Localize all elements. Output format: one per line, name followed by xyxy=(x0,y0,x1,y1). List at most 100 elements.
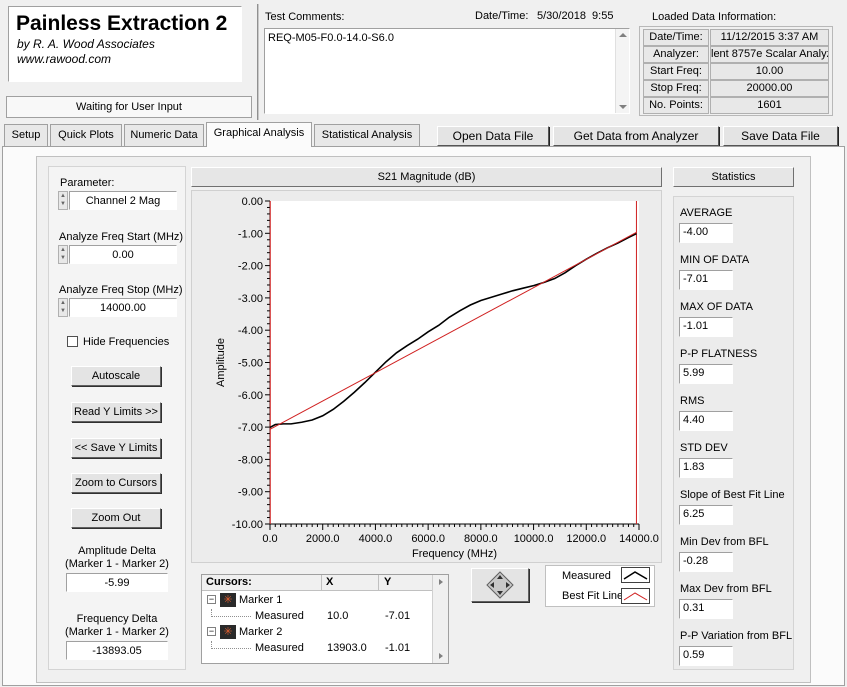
stat-min-value: -7.01 xyxy=(679,270,733,290)
stat-rms-label: RMS xyxy=(680,395,705,407)
x-tick-label: 10000.0 xyxy=(514,533,554,545)
hide-frequencies-checkbox[interactable] xyxy=(67,336,78,347)
cursors-header-x: X xyxy=(326,576,334,588)
x-tick-label: 8000.0 xyxy=(464,533,498,545)
comments-scrollbar[interactable] xyxy=(615,29,629,113)
marker-1-label: Marker 1 xyxy=(239,594,283,606)
cursor-move-control[interactable] xyxy=(471,568,529,602)
info-row-num-points: No. Points: 1601 xyxy=(643,97,829,114)
stat-average-label: AVERAGE xyxy=(680,207,733,219)
marker-2-y: -1.01 xyxy=(385,642,411,654)
collapse-icon[interactable]: − xyxy=(207,627,216,636)
parameter-label: Parameter: xyxy=(60,177,115,189)
tab-statistical-analysis[interactable]: Statistical Analysis xyxy=(314,124,420,146)
stat-pp-variation-label: P-P Variation from BFL xyxy=(680,630,793,642)
scroll-up-icon[interactable] xyxy=(619,33,627,37)
y-tick-label: 0.00 xyxy=(242,196,263,208)
info-key: Analyzer: xyxy=(643,46,709,63)
stat-min-dev-label: Min Dev from BFL xyxy=(680,536,769,548)
x-tick-label: 12000.0 xyxy=(566,533,606,545)
freq-stop-spinner[interactable]: ▲ ▼ xyxy=(58,298,68,317)
read-y-limits-button[interactable]: Read Y Limits >> xyxy=(71,402,161,422)
autoscale-button[interactable]: Autoscale xyxy=(71,366,161,386)
stat-max-label: MAX OF DATA xyxy=(680,301,753,313)
legend-bestfit-label: Best Fit Line xyxy=(562,590,624,602)
freq-stop-input[interactable]: 14000.00 xyxy=(69,298,177,317)
freq-start-label: Analyze Freq Start (MHz) xyxy=(59,231,184,243)
info-value: 20000.00 xyxy=(710,80,829,97)
y-axis-label: Amplitude xyxy=(215,338,227,387)
y-tick-label: -4.00 xyxy=(238,325,263,337)
zoom-out-button[interactable]: Zoom Out xyxy=(71,508,161,528)
x-tick-label: 4000.0 xyxy=(359,533,393,545)
freq-start-input[interactable]: 0.00 xyxy=(69,245,177,264)
stat-max-dev-label: Max Dev from BFL xyxy=(680,583,772,595)
info-key: Date/Time: xyxy=(643,29,709,46)
cursor-row-marker-2[interactable]: − ✳ Marker 2 xyxy=(202,625,432,640)
scroll-down-icon[interactable] xyxy=(619,105,627,109)
x-tick-label: 2000.0 xyxy=(306,533,340,545)
s21-magnitude-chart[interactable]: 0.00 -1.00 -2.00 -3.00 -4.00 -5.00 -6.00 -7.00 -… xyxy=(192,191,663,564)
parameter-select[interactable]: Channel 2 Mag xyxy=(69,191,177,210)
info-value: 1601 xyxy=(710,97,829,114)
marker-1-y: -7.01 xyxy=(385,610,411,622)
stat-min-label: MIN OF DATA xyxy=(680,254,750,266)
stat-std-dev-value: 1.83 xyxy=(679,458,733,478)
collapse-icon[interactable]: − xyxy=(207,595,216,604)
cursors-header-name: Cursors: xyxy=(206,576,252,588)
info-value: 10.00 xyxy=(710,63,829,80)
y-tick-label: -8.00 xyxy=(238,454,263,466)
title-block: Painless Extraction 2 by R. A. Wood Asso… xyxy=(8,6,242,82)
legend-measured-swatch xyxy=(621,567,650,583)
legend-measured-label: Measured xyxy=(562,570,611,582)
status-box: Waiting for User Input xyxy=(6,96,252,118)
cursors-header-y: Y xyxy=(384,576,392,588)
freq-stop-label: Analyze Freq Stop (MHz) xyxy=(59,284,183,296)
scroll-right-icon[interactable] xyxy=(439,653,443,659)
y-tick-label: -6.00 xyxy=(238,390,263,402)
cursor-diamond-icon[interactable] xyxy=(472,569,528,601)
frequency-delta-sublabel: (Marker 1 - Marker 2) xyxy=(65,626,169,638)
y-tick-label: -3.00 xyxy=(238,293,263,305)
amplitude-delta-label: Amplitude Delta xyxy=(78,545,156,557)
scroll-right-icon[interactable] xyxy=(439,579,443,585)
tab-numeric-data[interactable]: Numeric Data xyxy=(124,124,204,146)
legend-bestfit-swatch xyxy=(621,588,650,604)
cursors-scrollbar[interactable] xyxy=(432,575,448,663)
y-tick-label: -7.00 xyxy=(238,422,263,434)
test-comments-label: Test Comments: xyxy=(265,11,345,23)
y-tick-label: -10.00 xyxy=(232,519,263,531)
tree-line xyxy=(211,641,251,649)
info-row-start-freq: Start Freq: 10.00 xyxy=(643,63,829,80)
marker-1-icon: ✳ xyxy=(220,593,236,607)
info-key: Start Freq: xyxy=(643,63,709,80)
cursors-table[interactable]: Cursors: X Y − ✳ Marker 1 Measured 10.0 … xyxy=(201,574,449,664)
save-y-limits-button[interactable]: << Save Y Limits xyxy=(71,438,161,458)
get-data-from-analyzer-button[interactable]: Get Data from Analyzer xyxy=(553,126,719,146)
stat-pp-flatness-value: 5.99 xyxy=(679,364,733,384)
cursor-row-marker-1[interactable]: − ✳ Marker 1 xyxy=(202,593,432,608)
stat-pp-variation-value: 0.59 xyxy=(679,646,733,666)
info-row-datetime: Date/Time: 11/12/2015 3:37 AM xyxy=(643,29,829,46)
save-data-file-button[interactable]: Save Data File xyxy=(723,126,838,146)
freq-start-spinner[interactable]: ▲ ▼ xyxy=(58,245,68,264)
tab-graphical-analysis[interactable]: Graphical Analysis xyxy=(206,122,312,147)
parameter-spinner[interactable]: ▲ ▼ xyxy=(58,191,68,210)
stat-std-dev-label: STD DEV xyxy=(680,442,728,454)
amplitude-delta-sublabel: (Marker 1 - Marker 2) xyxy=(65,558,169,570)
tab-setup[interactable]: Setup xyxy=(4,124,48,146)
app-website: www.rawood.com xyxy=(17,52,112,66)
y-tick-label: -1.00 xyxy=(238,228,263,240)
marker-1-sub: Measured xyxy=(255,610,304,622)
info-row-stop-freq: Stop Freq: 20000.00 xyxy=(643,80,829,97)
tab-quick-plots[interactable]: Quick Plots xyxy=(50,124,122,146)
info-row-analyzer: Analyzer: lent 8757e Scalar Analyz xyxy=(643,46,829,63)
x-tick-label: 0.0 xyxy=(262,533,277,545)
cursor-row-marker-1-measured: Measured 10.0 -7.01 xyxy=(202,609,432,624)
zoom-to-cursors-button[interactable]: Zoom to Cursors xyxy=(71,473,161,493)
test-comments-textarea[interactable]: REQ-M05-F0.0-14.0-S6.0 xyxy=(264,28,630,114)
graph-panel: 0.00 -1.00 -2.00 -3.00 -4.00 -5.00 -6.00 -7.00 -… xyxy=(191,190,662,563)
open-data-file-button[interactable]: Open Data File xyxy=(437,126,549,146)
stat-slope-label: Slope of Best Fit Line xyxy=(680,489,785,501)
marker-2-icon: ✳ xyxy=(220,625,236,639)
